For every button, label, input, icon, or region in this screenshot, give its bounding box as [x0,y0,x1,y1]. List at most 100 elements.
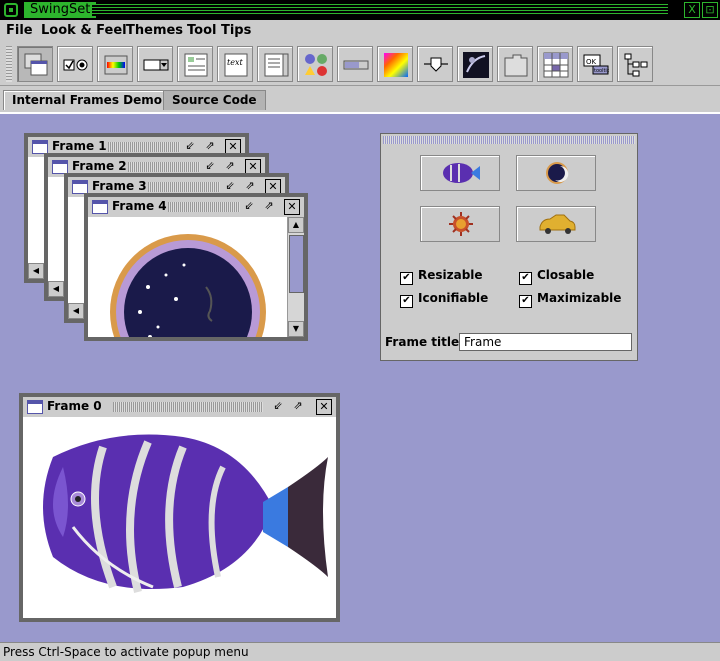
table-icon[interactable] [537,46,573,82]
maximize-icon[interactable]: ⇗ [243,179,257,193]
maximizable-checkbox[interactable]: ✔ Maximizable [519,291,621,308]
text-icon[interactable]: text [217,46,253,82]
layout-icon[interactable] [177,46,213,82]
scroll-left-icon[interactable]: ◀ [68,303,84,319]
maximize-window-icon[interactable]: ⊡ [702,2,718,18]
frame-grip [168,202,240,212]
iconifiable-checkbox[interactable]: ✔ Iconifiable [400,291,488,308]
iconify-icon[interactable]: ⇙ [242,199,256,213]
frame-icon [72,180,88,194]
tooltip-label-text: tooltip [594,68,609,74]
check-icon: ✔ [400,295,413,308]
frame-grip [108,142,180,152]
frame-grip [113,402,263,412]
sun-icon [449,212,473,236]
splitpane-icon[interactable] [457,46,493,82]
check-icon: ✔ [519,272,532,285]
tabbedpane-icon[interactable] [497,46,533,82]
closable-checkbox[interactable]: ✔ Closable [519,268,594,285]
frame-icon [52,160,68,174]
scroll-thumb[interactable] [289,235,304,293]
combobox-icon[interactable] [137,46,173,82]
check-icon: ✔ [519,295,532,308]
frame-title-input[interactable] [459,333,632,351]
toolbar-grip[interactable] [6,46,12,82]
check-icon: ✔ [400,272,413,285]
list-icon[interactable] [257,46,293,82]
iconify-icon[interactable]: ⇙ [271,399,285,413]
checkbox-radio-icon[interactable] [57,46,93,82]
frame-grip [148,182,220,192]
frame-creator-panel[interactable]: ✔ Resizable ✔ Closable ✔ Iconifiable ✔ Maxim… [380,133,638,361]
frame-title: Frame 3 [92,179,147,193]
window-title-bar[interactable]: SwingSet X ⊡ [0,0,720,20]
frame-content: ▲ ▼ [88,217,304,337]
frame-grip [128,162,200,172]
status-bar: Press Ctrl-Space to activate popup menu [0,642,720,661]
internal-frame-4[interactable]: Frame 4 ⇙ ⇗ ✕ ▲ ▼ [84,193,308,341]
optionpane-icon[interactable] [297,46,333,82]
internal-frames-icon[interactable] [17,46,53,82]
close-icon[interactable]: ✕ [316,399,332,415]
window-title: SwingSet [24,2,97,18]
menu-bar: File Look & Feel Themes Tool Tips [0,20,720,42]
scroll-left-icon[interactable]: ◀ [28,263,44,279]
internal-frame-0[interactable]: Frame 0 ⇙ ⇗ ✕ [19,393,340,622]
frame-icon [92,200,108,214]
tooltip-ok-text: OK [586,58,597,66]
svg-text:text: text [227,58,243,67]
maximize-icon[interactable]: ⇗ [203,139,217,153]
maximize-icon[interactable]: ⇗ [262,199,276,213]
panel-grip[interactable] [383,136,635,144]
frame-title-label: Frame title: [385,335,464,349]
create-sun-frame-button[interactable] [420,206,500,242]
scroll-up-icon[interactable]: ▲ [288,217,304,233]
closable-label: Closable [537,268,595,282]
scroll-down-icon[interactable]: ▼ [288,321,304,337]
iconify-icon[interactable]: ⇙ [223,179,237,193]
create-fish-frame-button[interactable] [420,155,500,191]
frame-title: Frame 2 [72,159,127,173]
iconify-icon[interactable]: ⇙ [203,159,217,173]
resizable-label: Resizable [418,268,483,282]
frame-content [23,417,336,618]
iconify-icon[interactable]: ⇙ [183,139,197,153]
menu-file[interactable]: File [6,23,33,38]
maximize-icon[interactable]: ⇗ [291,399,305,413]
cab-icon [539,214,576,234]
window-menu-icon[interactable] [4,3,18,17]
maximize-icon[interactable]: ⇗ [223,159,237,173]
moon-image [110,234,266,337]
progressbar-icon[interactable] [337,46,373,82]
tree-icon[interactable] [617,46,653,82]
menu-look-and-feel[interactable]: Look & Feel [41,23,127,38]
frame-icon [27,400,43,414]
fish-image [43,434,328,593]
tab-internal-frames-demo[interactable]: Internal Frames Demo [3,90,171,110]
iconifiable-label: Iconifiable [418,291,489,305]
demo-toolbar: text OK tooltip [0,42,720,86]
slider-icon[interactable] [417,46,453,82]
tooltip-icon[interactable]: OK tooltip [577,46,613,82]
frame-title: Frame 4 [112,199,167,213]
create-cab-frame-button[interactable] [516,206,596,242]
title-bar-stripes [92,4,668,16]
moon-icon [546,162,569,184]
scroll-left-icon[interactable]: ◀ [48,281,64,297]
close-window-icon[interactable]: X [684,2,700,18]
frame-title: Frame 1 [52,139,107,153]
menu-themes[interactable]: Themes [126,23,183,38]
vertical-scrollbar[interactable]: ▲ ▼ [287,217,304,337]
close-icon[interactable]: ✕ [284,199,300,215]
tab-source-code[interactable]: Source Code [163,90,266,110]
menu-tool-tips[interactable]: Tool Tips [187,23,251,38]
resizable-checkbox[interactable]: ✔ Resizable [400,268,483,285]
frame-title-bar[interactable]: Frame 0 ⇙ ⇗ ✕ [23,397,336,417]
frame-title-bar[interactable]: Frame 4 ⇙ ⇗ ✕ [88,197,304,217]
fish-icon [443,163,480,183]
frame-title: Frame 0 [47,399,102,413]
create-moon-frame-button[interactable] [516,155,596,191]
maximizable-label: Maximizable [537,291,622,305]
filechooser-icon[interactable] [97,46,133,82]
colorchooser-icon[interactable] [377,46,413,82]
